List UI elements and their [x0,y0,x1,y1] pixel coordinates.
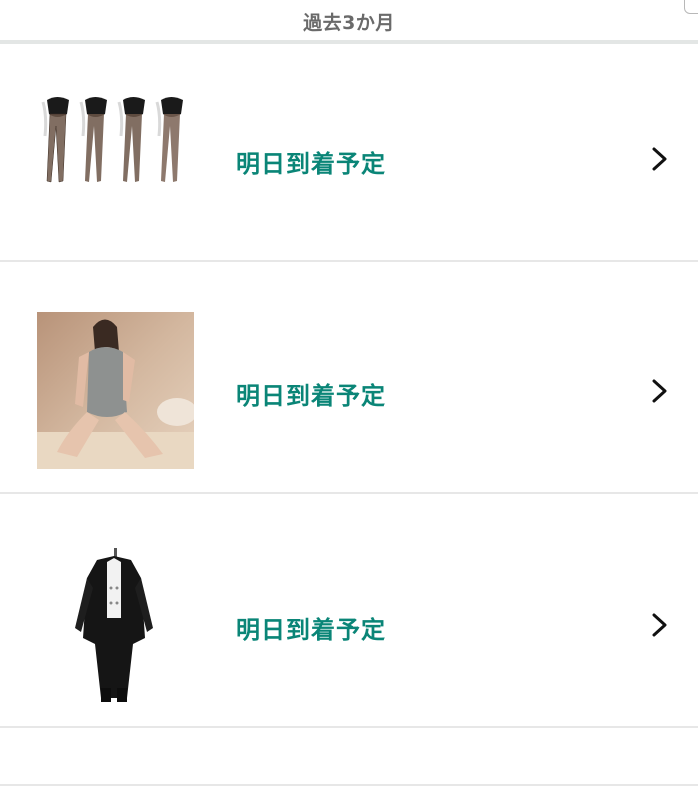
product-thumbnail-coat [37,548,194,705]
list-footer-divider [0,730,698,786]
section-header: 過去3か月 [0,0,698,44]
chevron-right-icon [652,613,667,637]
product-thumbnail-stockings [37,76,194,233]
delivery-status: 明日到着予定 [236,150,386,178]
delivery-status: 明日到着予定 [236,382,386,410]
delivery-status: 明日到着予定 [236,616,386,644]
corner-control[interactable] [684,0,698,14]
order-item[interactable]: 明日到着予定 [0,47,698,262]
order-item[interactable]: 明日到着予定 [0,264,698,494]
product-thumbnail-bodysuit [37,312,194,469]
section-title: 過去3か月 [303,12,395,34]
chevron-right-icon [652,147,667,171]
order-item[interactable]: 明日到着予定 [0,496,698,728]
chevron-right-icon [652,379,667,403]
